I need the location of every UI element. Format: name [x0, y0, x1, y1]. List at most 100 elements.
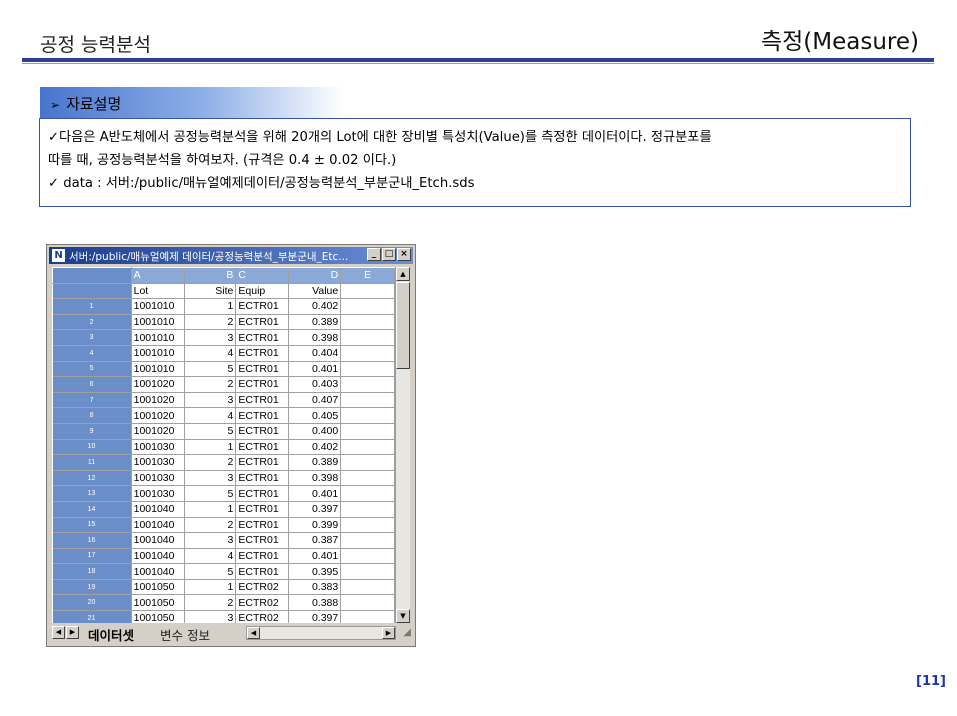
cell-empty[interactable]	[340, 345, 395, 362]
cell-equip[interactable]: ECTR01	[235, 314, 290, 331]
row-number[interactable]: 8	[52, 407, 132, 424]
cell-equip[interactable]: ECTR01	[235, 563, 290, 580]
cell-empty[interactable]	[340, 501, 395, 518]
cell-value[interactable]: 0.405	[288, 407, 342, 424]
cell-lot[interactable]: 1001030	[131, 470, 185, 487]
cell-site[interactable]: 3	[184, 532, 237, 549]
cell-site[interactable]: 3	[184, 392, 237, 409]
row-number[interactable]: 5	[52, 361, 132, 378]
cell-lot[interactable]: 1001030	[131, 439, 185, 456]
cell-value[interactable]: 0.407	[288, 392, 342, 409]
cell-site[interactable]: 3	[184, 470, 237, 487]
cell-value[interactable]: 0.400	[288, 423, 342, 440]
cell-equip[interactable]: ECTR01	[235, 439, 290, 456]
cell-lot[interactable]: 1001010	[131, 361, 185, 378]
cell-value[interactable]: 0.397	[288, 501, 342, 518]
scroll-left-icon[interactable]: ◀	[247, 627, 260, 639]
table-row[interactable]: 3 1001010 3 ECTR01 0.398	[52, 329, 395, 346]
cell-site[interactable]: 1	[184, 439, 237, 456]
cell-empty[interactable]	[340, 423, 395, 440]
table-row[interactable]: 19 1001050 1 ECTR02 0.383	[52, 579, 395, 596]
cell-equip[interactable]: ECTR01	[235, 376, 290, 393]
cell-value[interactable]: 0.402	[288, 439, 342, 456]
cell-equip[interactable]: ECTR01	[235, 407, 290, 424]
cell-site[interactable]: 1	[184, 298, 237, 315]
column-header[interactable]: E	[340, 267, 395, 284]
cell-equip[interactable]: ECTR02	[235, 579, 290, 596]
row-number[interactable]: 21	[52, 610, 132, 623]
cell-lot[interactable]: 1001010	[131, 345, 185, 362]
cell-value[interactable]: 0.389	[288, 314, 342, 331]
resize-grip-icon[interactable]: ◢	[403, 627, 411, 638]
cell-value[interactable]: 0.403	[288, 376, 342, 393]
cell-lot[interactable]: 1001040	[131, 517, 185, 534]
table-row[interactable]: 8 1001020 4 ECTR01 0.405	[52, 407, 395, 424]
cell-lot[interactable]: 1001050	[131, 610, 185, 623]
table-row[interactable]: 9 1001020 5 ECTR01 0.400	[52, 423, 395, 440]
row-number[interactable]: 11	[52, 454, 132, 471]
cell-lot[interactable]: 1001030	[131, 485, 185, 502]
cell-value[interactable]: 0.401	[288, 361, 342, 378]
table-row[interactable]: 16 1001040 3 ECTR01 0.387	[52, 532, 395, 549]
cell-site[interactable]: 5	[184, 563, 237, 580]
cell-equip[interactable]: ECTR01	[235, 517, 290, 534]
cell-site[interactable]: 1	[184, 501, 237, 518]
cell-value[interactable]: 0.399	[288, 517, 342, 534]
cell-empty[interactable]	[340, 314, 395, 331]
cell-value[interactable]: 0.401	[288, 485, 342, 502]
field-row-header[interactable]	[52, 283, 132, 300]
cell-value[interactable]: 0.383	[288, 579, 342, 596]
cell-lot[interactable]: 1001040	[131, 548, 185, 565]
cell-value[interactable]: 0.401	[288, 548, 342, 565]
grid-corner[interactable]	[52, 267, 132, 284]
cell-lot[interactable]: 1001010	[131, 314, 185, 331]
row-number[interactable]: 10	[52, 439, 132, 456]
field-name-cell[interactable]: Lot	[131, 283, 185, 300]
scroll-thumb[interactable]	[396, 282, 410, 369]
cell-value[interactable]: 0.388	[288, 594, 342, 612]
tab-prev-icon[interactable]: ◀	[52, 626, 65, 639]
table-row[interactable]: 6 1001020 2 ECTR01 0.403	[52, 376, 395, 393]
row-number[interactable]: 1	[52, 298, 132, 315]
cell-site[interactable]: 4	[184, 345, 237, 362]
row-number[interactable]: 17	[52, 548, 132, 565]
cell-equip[interactable]: ECTR01	[235, 501, 290, 518]
tab-dataset[interactable]: 데이터셋	[78, 624, 138, 643]
cell-empty[interactable]	[340, 407, 395, 424]
cell-site[interactable]: 1	[184, 579, 237, 596]
cell-equip[interactable]: ECTR01	[235, 470, 290, 487]
cell-value[interactable]: 0.389	[288, 454, 342, 471]
cell-lot[interactable]: 1001020	[131, 376, 185, 393]
maximize-button[interactable]: □	[382, 248, 396, 261]
cell-lot[interactable]: 1001020	[131, 407, 185, 424]
table-row[interactable]: 14 1001040 1 ECTR01 0.397	[52, 501, 395, 518]
row-number[interactable]: 18	[52, 563, 132, 580]
cell-empty[interactable]	[340, 579, 395, 596]
cell-empty[interactable]	[340, 563, 395, 580]
tab-variable-info[interactable]: 변수 정보	[150, 624, 214, 643]
cell-equip[interactable]: ECTR01	[235, 548, 290, 565]
cell-equip[interactable]: ECTR01	[235, 532, 290, 549]
row-number[interactable]: 15	[52, 517, 132, 534]
cell-empty[interactable]	[340, 594, 395, 612]
row-number[interactable]: 16	[52, 532, 132, 549]
cell-site[interactable]: 4	[184, 407, 237, 424]
cell-empty[interactable]	[340, 532, 395, 549]
scroll-up-icon[interactable]: ▲	[396, 267, 410, 281]
cell-lot[interactable]: 1001050	[131, 594, 185, 612]
cell-equip[interactable]: ECTR01	[235, 329, 290, 346]
scroll-right-icon[interactable]: ▶	[382, 627, 395, 639]
cell-site[interactable]: 2	[184, 594, 237, 612]
table-row[interactable]: 12 1001030 3 ECTR01 0.398	[52, 470, 395, 487]
cell-empty[interactable]	[340, 376, 395, 393]
table-row[interactable]: 20 1001050 2 ECTR02 0.388	[52, 594, 395, 612]
row-number[interactable]: 7	[52, 392, 132, 409]
cell-equip[interactable]: ECTR01	[235, 392, 290, 409]
cell-lot[interactable]: 1001040	[131, 532, 185, 549]
cell-site[interactable]: 5	[184, 485, 237, 502]
cell-equip[interactable]: ECTR01	[235, 361, 290, 378]
cell-value[interactable]: 0.398	[288, 329, 342, 346]
row-number[interactable]: 4	[52, 345, 132, 362]
table-row[interactable]: 15 1001040 2 ECTR01 0.399	[52, 517, 395, 534]
column-header[interactable]: C	[235, 267, 290, 284]
